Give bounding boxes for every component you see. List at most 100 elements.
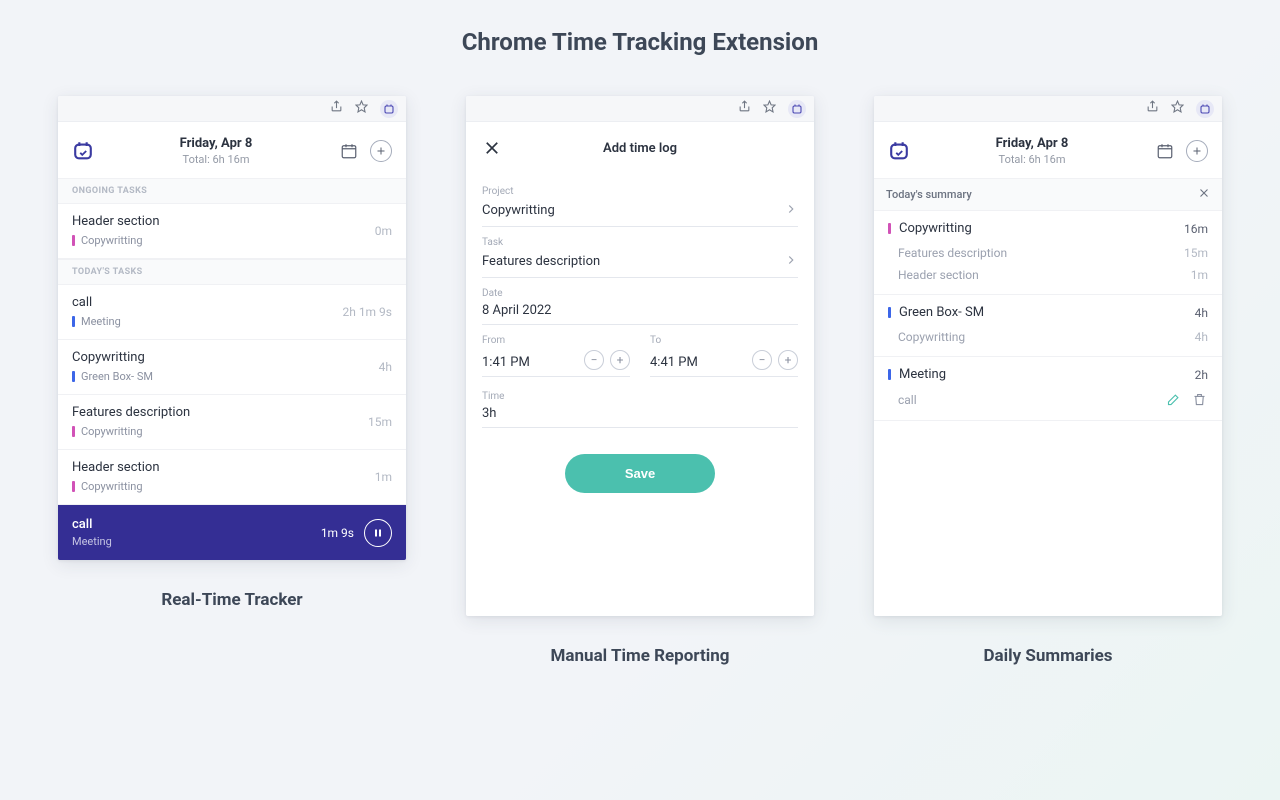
project-color-icon: [888, 307, 891, 318]
task-time: 2h 1m 9s: [342, 305, 392, 319]
summary-item-name: Header section: [898, 268, 1191, 282]
summary-close-button[interactable]: [1198, 187, 1210, 202]
task-time: 1m: [375, 470, 392, 484]
section-ongoing-label: ONGOING TASKS: [58, 178, 406, 204]
tracker-panel: Friday, Apr 8 Total: 6h 16m ONGOING TASK…: [58, 96, 406, 560]
summary-item-time: 4h: [1195, 330, 1208, 344]
date-value: 8 April 2022: [482, 303, 552, 318]
task-project: Copywritting: [81, 425, 143, 438]
project-color-icon: [888, 369, 891, 380]
task-row[interactable]: call Meeting 2h 1m 9s: [58, 285, 406, 340]
time-value: 3h: [482, 406, 496, 421]
summary-item-time: 15m: [1184, 246, 1208, 260]
project-color-icon: [72, 316, 75, 327]
to-label: To: [650, 335, 798, 346]
trash-icon[interactable]: [1192, 392, 1208, 408]
save-button[interactable]: Save: [565, 454, 715, 493]
task-time: 15m: [368, 415, 392, 429]
share-icon[interactable]: [738, 100, 751, 117]
active-timer-bar: call Meeting 1m 9s: [58, 505, 406, 560]
header-date: Friday, Apr 8: [104, 136, 328, 151]
task-project: Meeting: [81, 315, 121, 328]
section-today-label: TODAY'S TASKS: [58, 259, 406, 285]
active-task-title: call: [72, 517, 321, 532]
star-icon[interactable]: [1171, 100, 1184, 117]
star-icon[interactable]: [355, 100, 368, 117]
summary-item-row[interactable]: call: [874, 388, 1222, 412]
calendar-button[interactable]: [338, 140, 360, 162]
extension-icon[interactable]: [788, 100, 806, 118]
task-row[interactable]: Copywritting Green Box- SM 4h: [58, 340, 406, 395]
active-task-project: Meeting: [72, 535, 321, 548]
close-button[interactable]: [480, 136, 504, 160]
summary-group-header[interactable]: Meeting 2h: [874, 361, 1222, 388]
summary-item-time: 1m: [1191, 268, 1208, 282]
task-row[interactable]: Features description Copywritting 15m: [58, 395, 406, 450]
extension-icon[interactable]: [380, 100, 398, 118]
browser-toolbar: [874, 96, 1222, 122]
task-title: Copywritting: [72, 350, 371, 365]
task-title: Header section: [72, 214, 367, 229]
summary-item-row[interactable]: Header section 1m: [874, 264, 1222, 286]
active-task-time: 1m 9s: [321, 526, 354, 540]
calendar-button[interactable]: [1154, 140, 1176, 162]
to-field[interactable]: To 4:41 PM − +: [650, 335, 798, 377]
task-value: Features description: [482, 254, 600, 269]
summary-item-name: Features description: [898, 246, 1184, 260]
summary-group-total: 4h: [1195, 306, 1208, 320]
summary-header: Friday, Apr 8 Total: 6h 16m: [874, 122, 1222, 178]
summary-bar-label: Today's summary: [886, 188, 972, 201]
from-value: 1:41 PM: [482, 355, 530, 370]
date-label: Date: [482, 288, 798, 299]
task-title: Features description: [72, 405, 360, 420]
to-plus-button[interactable]: +: [778, 350, 798, 370]
app-logo-icon: [888, 140, 910, 162]
summary-group-name: Copywritting: [899, 221, 1184, 236]
pause-button[interactable]: [364, 519, 392, 547]
add-button[interactable]: [1186, 140, 1208, 162]
date-field[interactable]: Date 8 April 2022: [482, 288, 798, 325]
caption-tracker: Real-Time Tracker: [58, 590, 406, 610]
summary-group-header[interactable]: Copywritting 16m: [874, 215, 1222, 242]
summary-group: Green Box- SM 4h Copywritting 4h: [874, 295, 1222, 357]
app-logo-icon: [72, 140, 94, 162]
task-title: Header section: [72, 460, 367, 475]
summary-group-total: 16m: [1184, 222, 1208, 236]
from-field[interactable]: From 1:41 PM − +: [482, 335, 630, 377]
from-plus-button[interactable]: +: [610, 350, 630, 370]
to-minus-button[interactable]: −: [752, 350, 772, 370]
project-color-icon: [72, 426, 75, 437]
summary-group-total: 2h: [1195, 368, 1208, 382]
time-field[interactable]: Time 3h: [482, 391, 798, 428]
edit-icon[interactable]: [1166, 392, 1182, 408]
header-total: Total: 6h 16m: [104, 153, 328, 166]
chevron-right-icon: [784, 252, 798, 271]
browser-toolbar: [58, 96, 406, 122]
star-icon[interactable]: [763, 100, 776, 117]
summary-group: Meeting 2h call: [874, 357, 1222, 421]
project-label: Project: [482, 186, 798, 197]
task-project: Copywritting: [81, 234, 143, 247]
task-row[interactable]: Header section Copywritting 1m: [58, 450, 406, 505]
from-minus-button[interactable]: −: [584, 350, 604, 370]
add-button[interactable]: [370, 140, 392, 162]
summary-item-row[interactable]: Copywritting 4h: [874, 326, 1222, 348]
task-project: Green Box- SM: [81, 370, 153, 383]
task-title: call: [72, 295, 334, 310]
summary-group-header[interactable]: Green Box- SM 4h: [874, 299, 1222, 326]
project-color-icon: [72, 481, 75, 492]
summary-group: Copywritting 16m Features description 15…: [874, 211, 1222, 295]
summary-item-name: call: [898, 393, 1166, 407]
project-color-icon: [72, 371, 75, 382]
summary-panel: Friday, Apr 8 Total: 6h 16m Today's summ…: [874, 96, 1222, 616]
chevron-right-icon: [784, 201, 798, 220]
share-icon[interactable]: [1146, 100, 1159, 117]
task-field[interactable]: Task Features description: [482, 237, 798, 278]
summary-item-row[interactable]: Features description 15m: [874, 242, 1222, 264]
project-value: Copywritting: [482, 203, 555, 218]
extension-icon[interactable]: [1196, 100, 1214, 118]
task-row[interactable]: Header section Copywritting 0m: [58, 204, 406, 259]
share-icon[interactable]: [330, 100, 343, 117]
task-project: Copywritting: [81, 480, 143, 493]
project-field[interactable]: Project Copywritting: [482, 186, 798, 227]
